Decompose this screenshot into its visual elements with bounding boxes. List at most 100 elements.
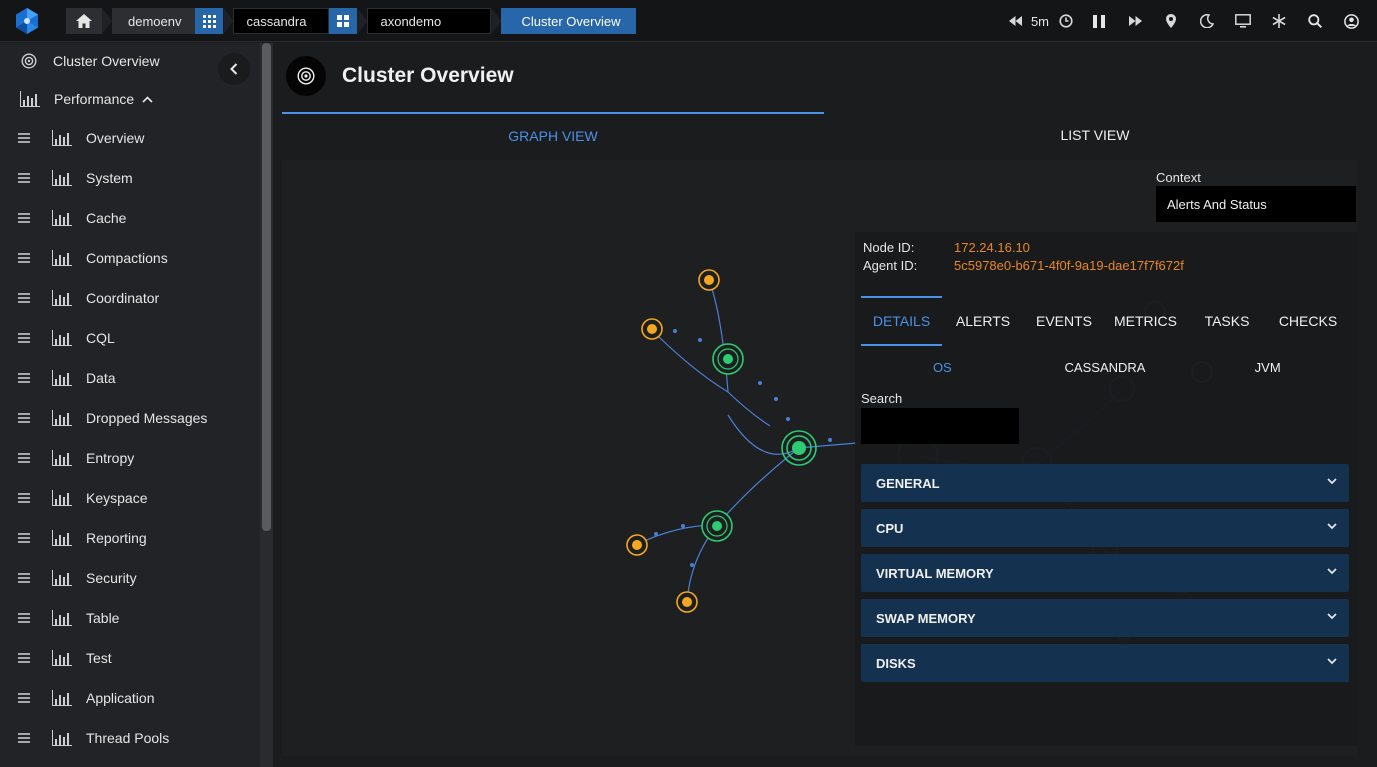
tab-graph-view[interactable]: GRAPH VIEW <box>282 112 824 158</box>
sidebar-item-dropped-messages[interactable]: Dropped Messages <box>0 398 258 438</box>
time-range-value[interactable]: 5m <box>1029 14 1051 29</box>
section-disks[interactable]: DISKS <box>861 644 1349 682</box>
breadcrumb: demoenv cassandra axondemo Cluster Overv… <box>66 8 637 34</box>
chevron-down-icon <box>1327 478 1337 485</box>
context-select[interactable]: Alerts And Status <box>1156 186 1356 222</box>
graph-edge-dot <box>774 397 778 401</box>
sidebar-item-compactions[interactable]: Compactions <box>0 238 258 278</box>
drag-handle-icon[interactable] <box>18 413 30 423</box>
graph-node-warning[interactable] <box>626 534 648 556</box>
chevron-left-icon <box>230 63 238 75</box>
section-virtual-memory[interactable]: VIRTUAL MEMORY <box>861 554 1349 592</box>
sidebar-item-cache[interactable]: Cache <box>0 198 258 238</box>
context-label: Context <box>1156 170 1201 185</box>
env-grid-button[interactable] <box>195 8 224 34</box>
app-logo-icon[interactable] <box>14 8 40 34</box>
sidebar-item-security[interactable]: Security <box>0 558 258 598</box>
drag-handle-icon[interactable] <box>18 573 30 583</box>
bar-chart-icon <box>52 690 72 706</box>
sidebar-header-label: Cluster Overview <box>53 53 160 69</box>
tab-details[interactable]: DETAILS <box>861 296 942 346</box>
sidebar-item-cluster-overview[interactable]: Cluster Overview <box>0 43 250 79</box>
graph-node-warning[interactable] <box>676 591 698 613</box>
dark-mode-button[interactable] <box>1189 0 1225 42</box>
sidebar-item-application[interactable]: Application <box>0 678 258 718</box>
tab-list-view[interactable]: LIST VIEW <box>824 112 1366 158</box>
display-button[interactable] <box>1225 0 1261 42</box>
home-button[interactable] <box>66 8 102 34</box>
drag-handle-icon[interactable] <box>18 173 30 183</box>
graph-node-warning[interactable] <box>698 269 720 291</box>
drag-handle-icon[interactable] <box>18 493 30 503</box>
home-icon <box>76 14 92 28</box>
bar-chart-icon <box>52 410 72 426</box>
sidebar-section-performance[interactable]: Performance <box>0 79 258 119</box>
drag-handle-icon[interactable] <box>18 733 30 743</box>
tab-alerts[interactable]: ALERTS <box>942 296 1024 346</box>
tab-tasks[interactable]: TASKS <box>1187 296 1267 346</box>
breadcrumb-env[interactable]: demoenv <box>112 8 196 34</box>
sidebar-item-overview[interactable]: Overview <box>0 118 258 158</box>
drag-handle-icon[interactable] <box>18 333 30 343</box>
sidebar-item-entropy[interactable]: Entropy <box>0 438 258 478</box>
sidebar-item-keyspace[interactable]: Keyspace <box>0 478 258 518</box>
sidebar-item-thread-pools[interactable]: Thread Pools <box>0 718 258 758</box>
graph-node-warning[interactable] <box>641 318 663 340</box>
sidebar-scrollbar[interactable] <box>262 43 271 531</box>
breadcrumb-cluster[interactable]: axondemo <box>367 8 492 34</box>
tab-metrics[interactable]: METRICS <box>1104 296 1187 346</box>
page-title: Cluster Overview <box>342 64 514 87</box>
rewind-button[interactable] <box>1003 0 1029 42</box>
subtab-cassandra[interactable]: CASSANDRA <box>1024 352 1187 382</box>
sidebar-item-label: Reporting <box>86 530 147 546</box>
drag-handle-icon[interactable] <box>18 213 30 223</box>
freeze-button[interactable] <box>1261 0 1297 42</box>
sidebar-section-label: Performance <box>54 91 135 107</box>
drag-handle-icon[interactable] <box>18 253 30 263</box>
pause-button[interactable] <box>1081 0 1117 42</box>
search-input[interactable] <box>861 408 1019 444</box>
drag-handle-icon[interactable] <box>18 133 30 143</box>
sidebar-item-system[interactable]: System <box>0 158 258 198</box>
drag-handle-icon[interactable] <box>18 453 30 463</box>
sidebar-item-reporting[interactable]: Reporting <box>0 518 258 558</box>
sidebar-item-test[interactable]: Test <box>0 638 258 678</box>
breadcrumb-separator <box>102 8 112 34</box>
subtab-os[interactable]: OS <box>861 352 1024 382</box>
monitor-icon <box>1235 14 1251 28</box>
sidebar-item-data[interactable]: Data <box>0 358 258 398</box>
section-cpu[interactable]: CPU <box>861 509 1349 547</box>
drag-handle-icon[interactable] <box>18 293 30 303</box>
tab-events[interactable]: EVENTS <box>1024 296 1104 346</box>
graph-node-center[interactable] <box>781 430 817 466</box>
time-range-button[interactable] <box>1051 0 1081 42</box>
bar-chart-icon <box>52 370 72 386</box>
graph-node-dc1[interactable] <box>712 343 744 375</box>
graph-edge <box>708 279 729 393</box>
bar-chart-icon <box>52 210 72 226</box>
sidebar-item-table[interactable]: Table <box>0 598 258 638</box>
drag-handle-icon[interactable] <box>18 653 30 663</box>
graph-node-dc2[interactable] <box>701 510 733 542</box>
sidebar-item-coordinator[interactable]: Coordinator <box>0 278 258 318</box>
sidebar-item-label: Security <box>86 570 137 586</box>
fast-forward-button[interactable] <box>1117 0 1153 42</box>
drag-handle-icon[interactable] <box>18 613 30 623</box>
tab-checks[interactable]: CHECKS <box>1267 296 1349 346</box>
user-account-button[interactable] <box>1333 0 1369 42</box>
breadcrumb-current-page[interactable]: Cluster Overview <box>501 8 637 34</box>
drag-handle-icon[interactable] <box>18 533 30 543</box>
drag-handle-icon[interactable] <box>18 693 30 703</box>
graph-edge-dot <box>786 417 790 421</box>
section-label: DISKS <box>876 655 916 671</box>
drag-handle-icon[interactable] <box>18 373 30 383</box>
subtab-jvm[interactable]: JVM <box>1186 352 1349 382</box>
cluster-grid-button[interactable] <box>329 8 358 34</box>
breadcrumb-cluster-type[interactable]: cassandra <box>233 8 330 34</box>
section-general[interactable]: GENERAL <box>861 464 1349 502</box>
section-swap-memory[interactable]: SWAP MEMORY <box>861 599 1349 637</box>
sidebar-item-cql[interactable]: CQL <box>0 318 258 358</box>
location-button[interactable] <box>1153 0 1189 42</box>
search-button[interactable] <box>1297 0 1333 42</box>
chevron-down-icon <box>1327 568 1337 575</box>
